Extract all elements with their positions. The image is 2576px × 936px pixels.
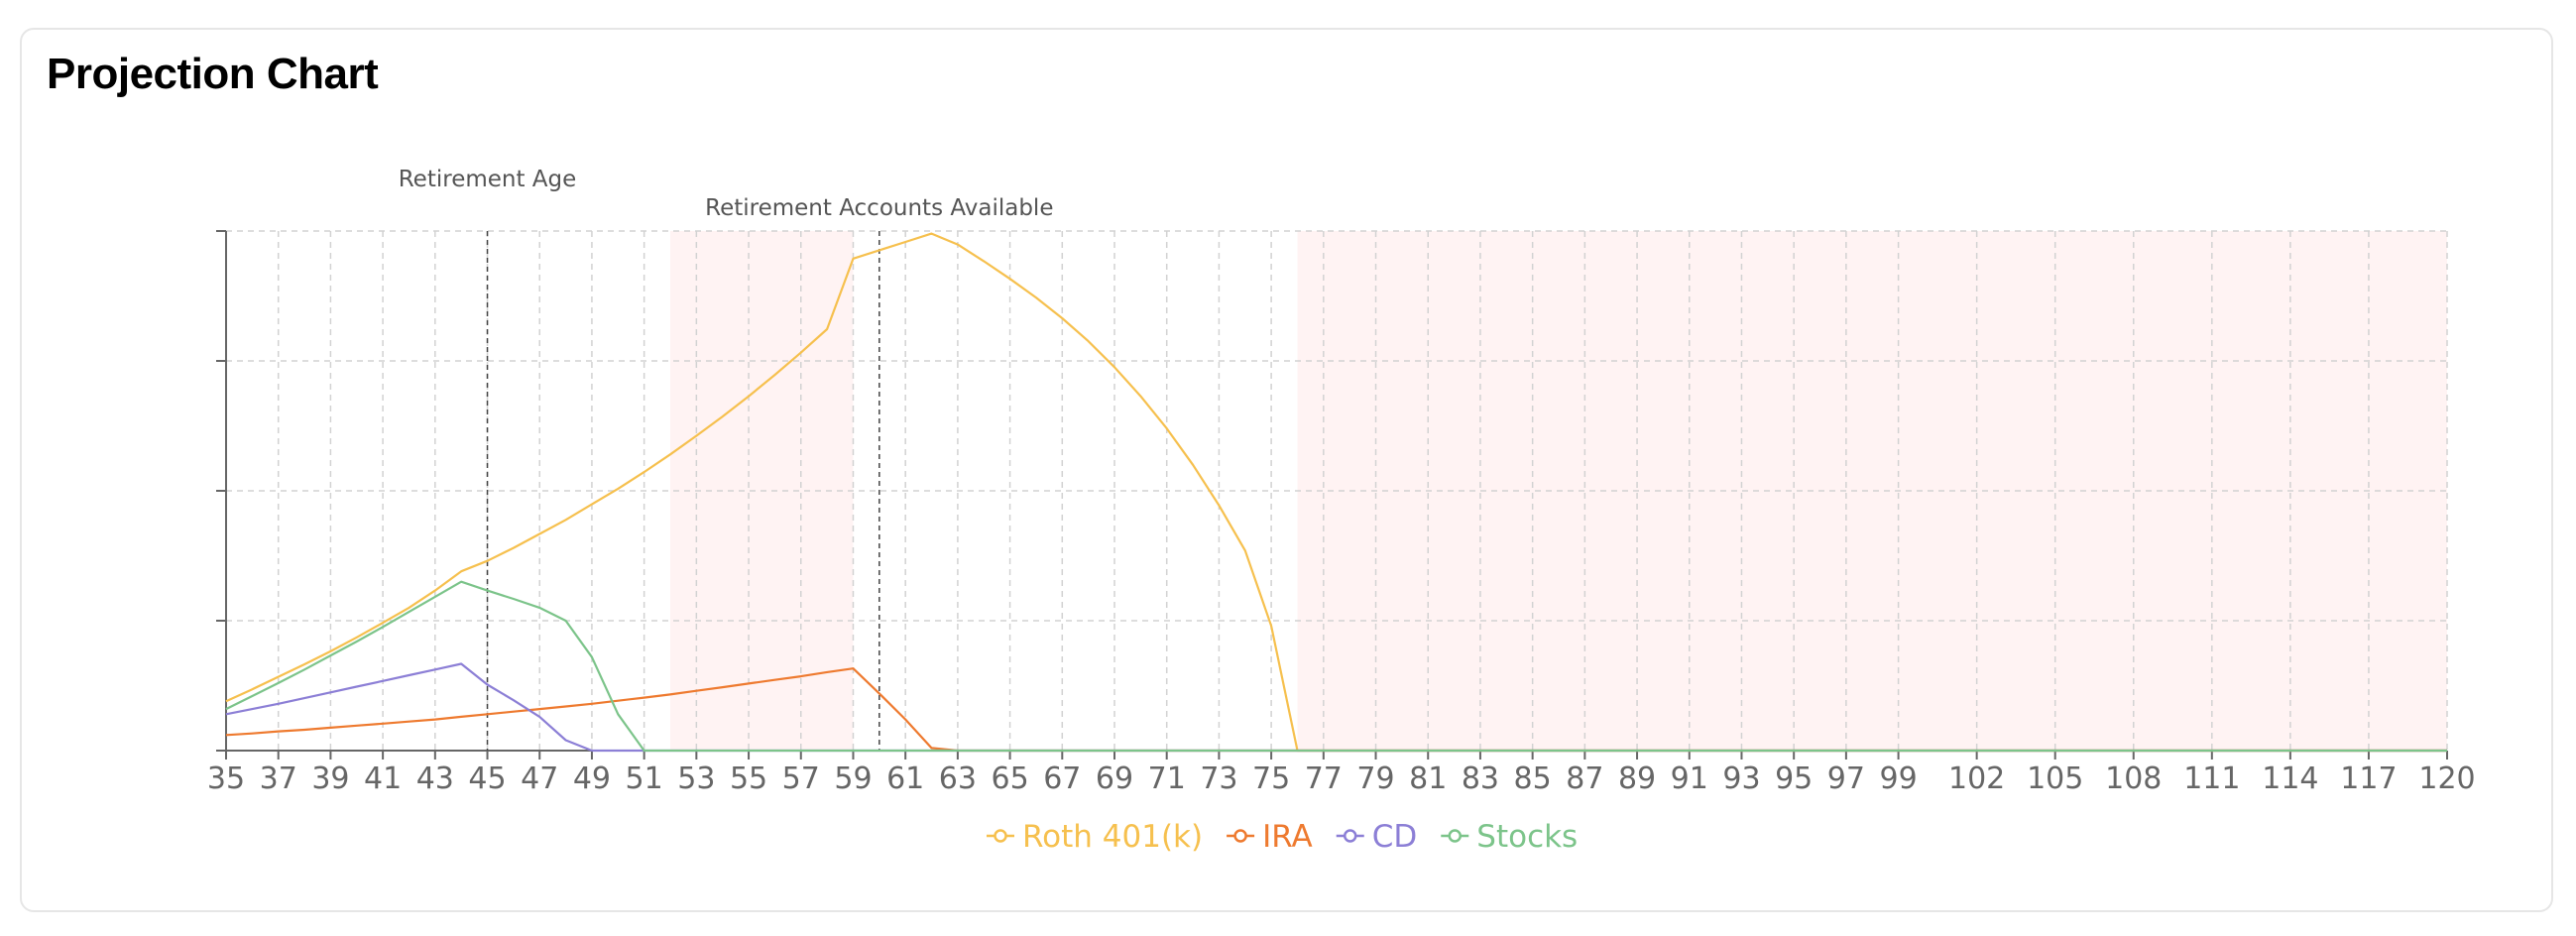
x-tick-label: 97 xyxy=(1827,761,1865,796)
x-tick-label: 51 xyxy=(626,761,663,796)
x-tick-label: 102 xyxy=(1948,761,2005,796)
x-tick-label: 63 xyxy=(939,761,977,796)
x-tick-label: 69 xyxy=(1096,761,1133,796)
x-tick-label: 73 xyxy=(1200,761,1237,796)
legend-item[interactable]: Stocks xyxy=(1441,819,1578,855)
legend-swatch-marker xyxy=(1343,829,1357,843)
x-tick-label: 61 xyxy=(886,761,924,796)
legend-label: Stocks xyxy=(1476,819,1578,855)
x-tick-label: 99 xyxy=(1879,761,1917,796)
x-tick-label: 71 xyxy=(1148,761,1186,796)
x-tick-label: 79 xyxy=(1356,761,1394,796)
x-tick-label: 105 xyxy=(2027,761,2083,796)
x-tick-label: 53 xyxy=(677,761,715,796)
x-tick-label: 49 xyxy=(573,761,611,796)
annotation-label: Retirement Accounts Available xyxy=(705,195,1053,221)
x-tick-labels: 35 37 39 41 43 45 47 49 51 53 55 57 59 61 63 65 67 69 71 73… xyxy=(207,761,2476,796)
x-tick-label: 37 xyxy=(260,761,297,796)
legend-label: Roth 401(k) xyxy=(1022,819,1203,855)
x-tick-label: 47 xyxy=(521,761,558,796)
legend-swatch-marker xyxy=(1233,829,1247,843)
x-tick-label: 95 xyxy=(1775,761,1813,796)
x-tick-label: 120 xyxy=(2418,761,2475,796)
x-tick-label: 77 xyxy=(1305,761,1343,796)
x-tick-label: 39 xyxy=(311,761,349,796)
legend-label: CD xyxy=(1372,819,1418,855)
x-tick-label: 57 xyxy=(782,761,820,796)
projection-chart: Retirement Age Retirement Accounts Availa… xyxy=(207,167,2476,855)
annotation-label: Retirement Age xyxy=(399,167,577,192)
legend-swatch-marker xyxy=(994,829,1007,843)
x-tick-label: 111 xyxy=(2183,761,2240,796)
x-tick-label: 108 xyxy=(2105,761,2162,796)
x-tick-label: 45 xyxy=(468,761,506,796)
x-tick-label: 35 xyxy=(207,761,245,796)
x-tick-label: 65 xyxy=(991,761,1028,796)
x-tick-label: 93 xyxy=(1722,761,1760,796)
x-tick-label: 55 xyxy=(730,761,767,796)
x-tick-label: 117 xyxy=(2340,761,2397,796)
x-tick-label: 91 xyxy=(1671,761,1708,796)
x-tick-label: 75 xyxy=(1252,761,1290,796)
legend-item[interactable]: Roth 401(k) xyxy=(987,819,1203,855)
x-tick-label: 87 xyxy=(1566,761,1603,796)
legend-item[interactable]: CD xyxy=(1336,819,1418,855)
legend[interactable]: Roth 401(k) IRA CD Stocks xyxy=(987,819,1578,855)
legend-item[interactable]: IRA xyxy=(1227,819,1313,855)
x-tick-label: 67 xyxy=(1043,761,1081,796)
x-tick-label: 43 xyxy=(416,761,454,796)
x-tick-label: 85 xyxy=(1514,761,1552,796)
x-tick-label: 41 xyxy=(364,761,402,796)
x-tick-label: 59 xyxy=(834,761,872,796)
x-tick-label: 114 xyxy=(2262,761,2318,796)
x-tick-label: 83 xyxy=(1462,761,1499,796)
legend-label: IRA xyxy=(1262,819,1313,855)
legend-swatch-marker xyxy=(1448,829,1463,843)
x-tick-label: 81 xyxy=(1409,761,1447,796)
x-tick-label: 89 xyxy=(1618,761,1656,796)
